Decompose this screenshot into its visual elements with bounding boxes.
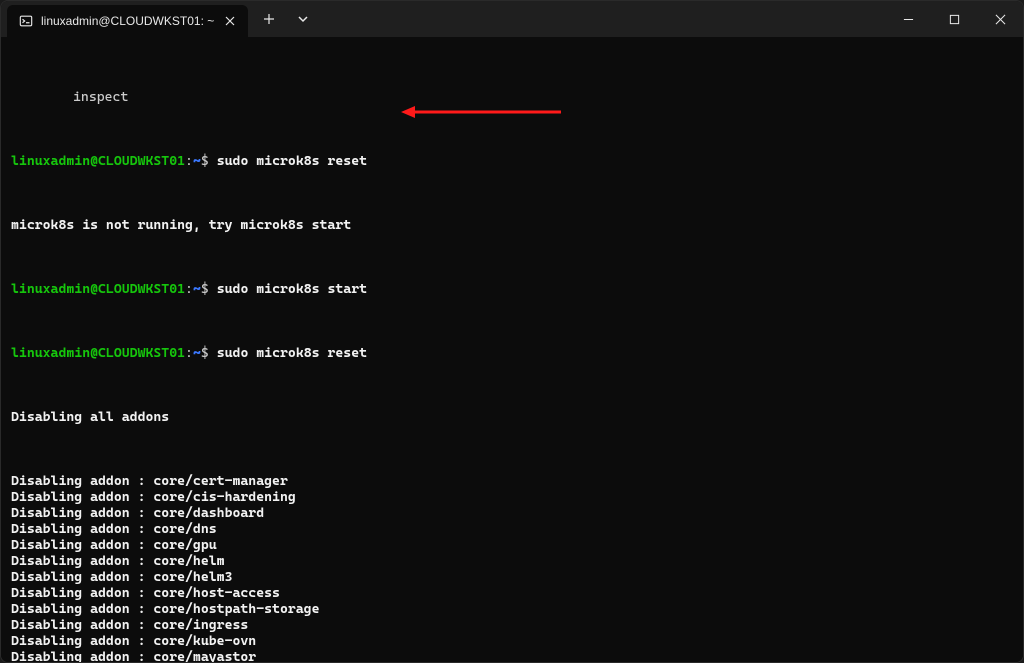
titlebar[interactable]: linuxadmin@CLOUDWKST01: ~ (1, 1, 1023, 37)
titlebar-drag-region[interactable] (324, 1, 885, 37)
tab-active[interactable]: linuxadmin@CLOUDWKST01: ~ (7, 5, 248, 37)
output-line: Disabling addon : core/helm (11, 553, 1019, 569)
output-line: Disabling addon : core/cis-hardening (11, 489, 1019, 505)
terminal-icon (19, 14, 33, 28)
terminal-viewport[interactable]: inspect linuxadmin@CLOUDWKST01:~$ sudo m… (1, 37, 1023, 662)
terminal-window: linuxadmin@CLOUDWKST01: ~ (0, 0, 1024, 663)
prompt-line: linuxadmin@CLOUDWKST01:~$ sudo microk8s … (11, 281, 1019, 297)
output-line: Disabling addon : core/gpu (11, 537, 1019, 553)
prompt-line: linuxadmin@CLOUDWKST01:~$ sudo microk8s … (11, 153, 1019, 169)
annotation-arrow-icon (401, 105, 561, 119)
minimize-button[interactable] (885, 1, 931, 37)
output-line: inspect (11, 89, 1019, 105)
output-line: Disabling addon : core/helm3 (11, 569, 1019, 585)
output-line: Disabling addon : core/kube-ovn (11, 633, 1019, 649)
window-controls (885, 1, 1023, 37)
close-button[interactable] (977, 1, 1023, 37)
output-line: Disabling addon : core/ingress (11, 617, 1019, 633)
prompt-line: linuxadmin@CLOUDWKST01:~$ sudo microk8s … (11, 345, 1019, 361)
tab-close-button[interactable] (222, 13, 238, 29)
output-line: Disabling addon : core/dns (11, 521, 1019, 537)
tabstrip-actions (248, 1, 324, 37)
tab-strip: linuxadmin@CLOUDWKST01: ~ (1, 1, 248, 37)
output-line: Disabling addon : core/hostpath-storage (11, 601, 1019, 617)
output-line: microk8s is not running, try microk8s st… (11, 217, 1019, 233)
output-line: Disabling addon : core/host-access (11, 585, 1019, 601)
output-line: Disabling all addons (11, 409, 1019, 425)
output-line: Disabling addon : core/cert-manager (11, 473, 1019, 489)
tab-dropdown-button[interactable] (288, 5, 318, 33)
output-line: Disabling addon : core/mayastor (11, 649, 1019, 662)
maximize-button[interactable] (931, 1, 977, 37)
new-tab-button[interactable] (254, 5, 284, 33)
tab-title: linuxadmin@CLOUDWKST01: ~ (41, 14, 214, 28)
output-line: Disabling addon : core/dashboard (11, 505, 1019, 521)
